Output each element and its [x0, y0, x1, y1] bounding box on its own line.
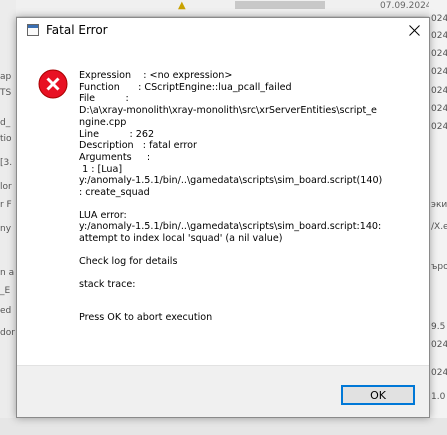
- background-fragment: 1.0: [431, 392, 446, 402]
- window-icon: [27, 24, 39, 36]
- warning-icon: ▲: [178, 0, 186, 11]
- message-line: [79, 268, 409, 279]
- background-fragment: 024: [431, 67, 447, 77]
- close-icon: [408, 25, 420, 36]
- background-fragment: lor: [0, 182, 12, 192]
- background-fragment: 024: [431, 14, 447, 24]
- background-fragment: 024: [431, 104, 447, 114]
- background-fragment: TS: [0, 88, 12, 98]
- close-button[interactable]: [399, 18, 429, 43]
- background-fragment: r F: [0, 200, 12, 210]
- background-fragment: 024: [431, 122, 447, 132]
- message-line: 1 : [Lua]: [79, 163, 123, 175]
- message-line: D:\a\xray-monolith\xray-monolith\src\xrS…: [79, 105, 377, 117]
- background-fragment: 024: [431, 368, 447, 378]
- message-line: [79, 245, 409, 256]
- background-top-bar: ▲ 07.09.2024: [0, 0, 447, 16]
- message-line: y:/anomaly-1.5.1/bin/..\gamedata\scripts…: [79, 221, 382, 233]
- background-fragment: ny: [0, 224, 12, 234]
- message-line: [79, 301, 409, 312]
- background-fragment: 024: [431, 340, 447, 350]
- background-fragment: _E: [0, 286, 11, 296]
- background-scrollbar: [235, 1, 325, 9]
- background-fragment: tio: [0, 134, 12, 144]
- background-fragment: 024: [431, 86, 447, 96]
- message-line: stack trace:: [79, 278, 136, 290]
- message-line: Function : CScriptEngine::lua_pcall_fail…: [79, 81, 292, 93]
- message-line: ngine.cpp: [79, 116, 127, 128]
- background-bottom-bar: [0, 418, 447, 435]
- dialog-title: Fatal Error: [46, 23, 108, 37]
- dialog-titlebar[interactable]: Fatal Error: [17, 18, 429, 43]
- error-message: Expression : <no expression> Function : C…: [79, 70, 409, 324]
- background-fragment: 024: [431, 49, 447, 59]
- background-fragment: 9.5: [431, 322, 446, 332]
- background-fragment: /X.e: [431, 222, 447, 232]
- dialog-footer: OK: [17, 365, 429, 417]
- message-line: [79, 199, 409, 210]
- message-line: Arguments :: [79, 151, 151, 163]
- message-line: y:/anomaly-1.5.1/bin/..\gamedata\scripts…: [79, 175, 383, 187]
- background-fragment: 024: [431, 31, 447, 41]
- message-line: Description : fatal error: [79, 140, 197, 152]
- background-fragment: эки: [431, 200, 447, 210]
- background-fragment: dor: [0, 328, 15, 338]
- ok-button[interactable]: OK: [341, 385, 415, 405]
- background-fragment: [3.: [0, 158, 13, 168]
- message-line: [79, 290, 409, 301]
- message-line: Check log for details: [79, 255, 178, 267]
- message-line: Line : 262: [79, 128, 155, 140]
- background-fragment: ърог: [431, 262, 447, 272]
- message-line: Press OK to abort execution: [79, 312, 213, 324]
- message-line: : create_squad: [79, 187, 150, 199]
- background-right-panel: 024 024 024 024 024 024 024 эки/X.e ърог 9.5 024 02…: [429, 0, 447, 435]
- background-date: 07.09.2024: [380, 1, 432, 11]
- background-fragment: n a: [0, 268, 15, 278]
- background-fragment: ed: [0, 306, 12, 316]
- dialog-content: Expression : <no expression> Function : C…: [17, 43, 429, 366]
- background-fragment: d_: [0, 118, 11, 128]
- error-icon: [38, 69, 68, 99]
- message-line: File :: [79, 93, 129, 105]
- background-left-panel: ap TS d_tio [3. lor r F ny n a _Eed dor: [0, 0, 16, 435]
- message-line: attempt to index local 'squad' (a nil va…: [79, 233, 283, 245]
- fatal-error-dialog: Fatal Error Expression : <no expression>…: [16, 17, 430, 418]
- background-fragment: ap: [0, 72, 12, 82]
- message-line: Expression : <no expression>: [79, 70, 233, 81]
- message-line: LUA error:: [79, 209, 127, 221]
